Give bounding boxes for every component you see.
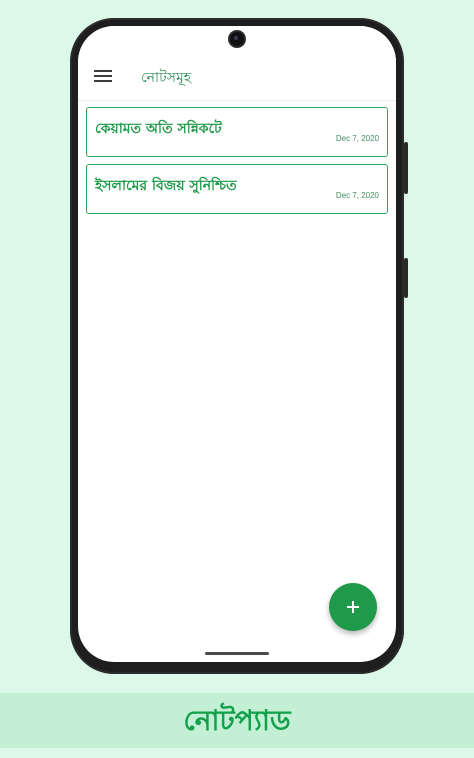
note-date: Dec 7, 2020 bbox=[335, 191, 379, 200]
banner-text: নোটপ্যাড bbox=[183, 704, 291, 737]
power-button bbox=[404, 258, 408, 298]
note-title: কেয়ামত অতি সন্নিকটে bbox=[95, 121, 222, 137]
add-note-button[interactable] bbox=[329, 583, 377, 631]
plus-icon bbox=[347, 601, 359, 613]
hamburger-menu-icon[interactable] bbox=[94, 70, 112, 82]
volume-button bbox=[404, 142, 408, 194]
home-indicator[interactable] bbox=[205, 652, 269, 655]
note-card[interactable]: কেয়ামত অতি সন্নিকটে Dec 7, 2020 bbox=[86, 107, 388, 157]
app-name-banner: নোটপ্যাড bbox=[0, 693, 474, 748]
app-bar-title: নোটসমূহ bbox=[141, 70, 192, 86]
note-card[interactable]: ইসলামের বিজয় সুনিশ্চিত Dec 7, 2020 bbox=[86, 164, 388, 214]
note-list: কেয়ামত অতি সন্নিকটে Dec 7, 2020 ইসলামের… bbox=[86, 107, 388, 221]
promo-stage: নোটসমূহ কেয়ামত অতি সন্নিকটে Dec 7, 2020… bbox=[0, 0, 474, 758]
note-date: Dec 7, 2020 bbox=[335, 134, 379, 143]
phone-screen: নোটসমূহ কেয়ামত অতি সন্নিকটে Dec 7, 2020… bbox=[78, 26, 396, 662]
front-camera bbox=[230, 32, 244, 46]
note-title: ইসলামের বিজয় সুনিশ্চিত bbox=[95, 178, 237, 194]
